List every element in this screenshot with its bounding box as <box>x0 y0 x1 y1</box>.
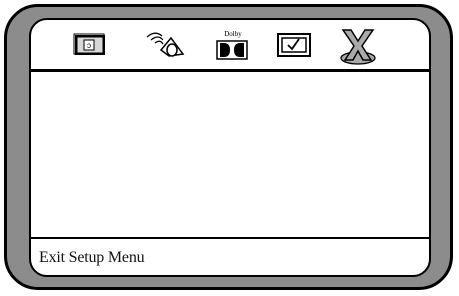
speaker-audio-icon[interactable] <box>141 30 187 60</box>
status-text: Exit Setup Menu <box>39 249 145 266</box>
general-setup-icon[interactable]: ↄ <box>73 33 107 57</box>
preference-check-icon[interactable] <box>277 33 311 57</box>
setup-menu-toolbar: ↄ Dolby <box>31 20 429 72</box>
menu-content-area <box>31 72 429 237</box>
dolby-label: Dolby <box>224 30 242 38</box>
status-bar: Exit Setup Menu <box>31 237 429 275</box>
svg-text:ↄ: ↄ <box>87 41 91 50</box>
exit-icon[interactable] <box>336 26 380 66</box>
dolby-icon[interactable] <box>215 39 249 61</box>
setup-menu-screen: ↄ Dolby Exit Setup Menu <box>29 18 431 277</box>
